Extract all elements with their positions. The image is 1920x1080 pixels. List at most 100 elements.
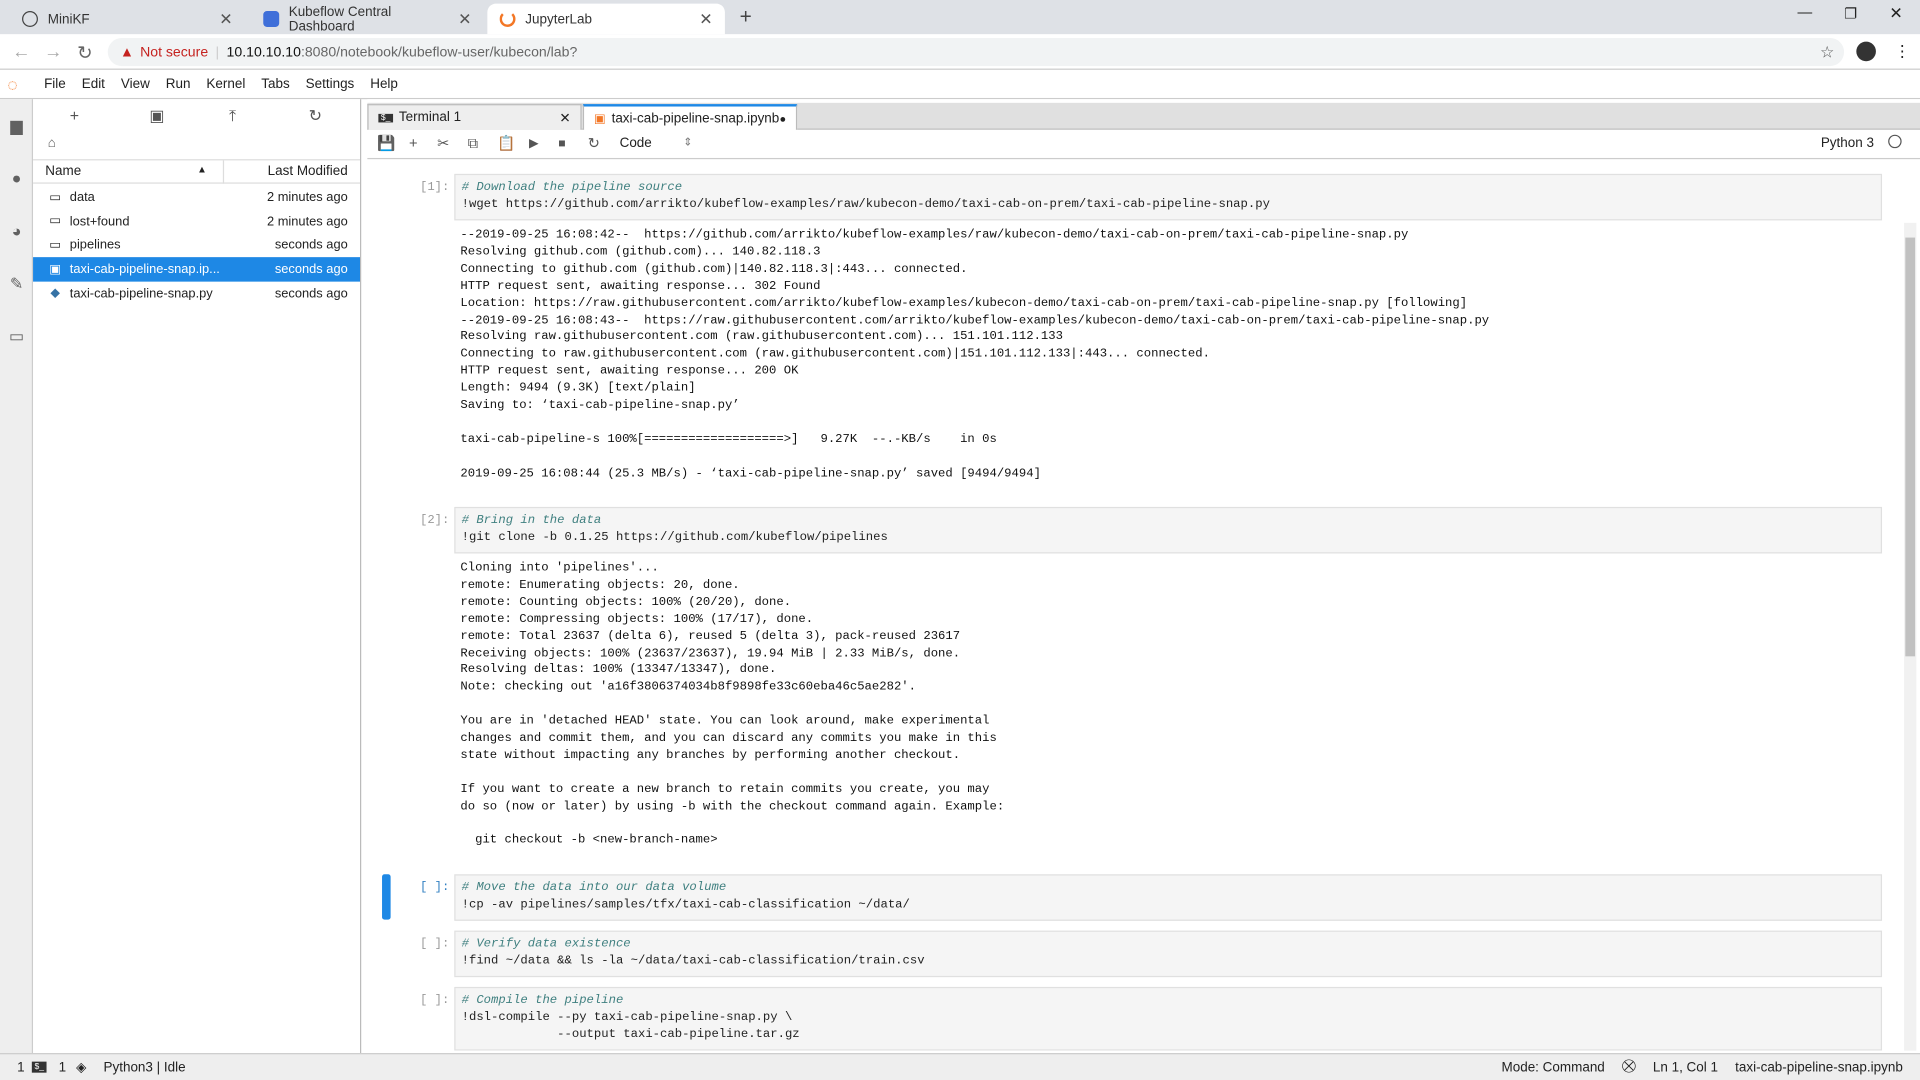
stop-icon[interactable]: ■	[558, 137, 565, 150]
tabs-icon[interactable]: ▭	[7, 327, 25, 345]
run-icon[interactable]: ▶	[529, 137, 538, 150]
output-line: Resolving raw.githubusercontent.com (raw…	[460, 331, 1063, 345]
code-input[interactable]: # Move the data into our data volume !cp …	[454, 874, 1883, 921]
name-column-header[interactable]: Name	[45, 164, 81, 179]
close-icon[interactable]: ✕	[219, 9, 232, 29]
notebook: [1]: # Download the pipeline source !wget …	[367, 159, 1920, 1051]
window-close-button[interactable]: ✕	[1889, 4, 1902, 24]
modified-column-header[interactable]: Last Modified	[268, 164, 348, 179]
menu-settings[interactable]: Settings	[306, 77, 355, 92]
folder-icon: ▭	[49, 190, 61, 204]
menu-edit[interactable]: Edit	[82, 77, 105, 92]
paste-icon[interactable]: 📋	[497, 135, 515, 152]
code-input[interactable]: # Download the pipeline source !wget http…	[454, 173, 1883, 221]
file-item[interactable]: ▣ taxi-cab-pipeline-snap.ip... seconds ago	[33, 257, 361, 282]
code-line: --output taxi-cab-pipeline.tar.gz	[461, 1028, 800, 1043]
menu-tabs[interactable]: Tabs	[261, 77, 289, 92]
menu-help[interactable]: Help	[370, 77, 398, 92]
file-item[interactable]: ◆ taxi-cab-pipeline-snap.py seconds ago	[33, 281, 360, 305]
cell-type-select[interactable]: Code ⇕	[620, 136, 706, 151]
star-icon[interactable]: ☆	[1820, 42, 1834, 62]
folder-icon: ▭	[49, 214, 61, 228]
output-line: remote: Compressing objects: 100% (17/17…	[460, 613, 814, 627]
output-line: taxi-cab-pipeline-s 100%[===============…	[460, 433, 997, 447]
tab-label: MiniKF	[47, 11, 90, 27]
home-icon[interactable]: ⌂	[48, 136, 56, 151]
running-icon[interactable]: ●	[7, 169, 25, 187]
code-input[interactable]: # Compile the pipeline !dsl-compile --py …	[454, 986, 1883, 1051]
code-line: # Verify data existence	[461, 937, 631, 952]
input-prompt: [ ]:	[419, 994, 450, 1008]
notebook-toolbar: 💾 + ✂ ⧉ 📋 ▶ ■ ↻ Code ⇕ Python 3	[367, 129, 1920, 160]
tab-terminal[interactable]: $_ Terminal 1 ✕	[367, 104, 582, 130]
terminal-icon: $_	[31, 1061, 47, 1073]
minikf-icon	[22, 11, 38, 27]
refresh-button[interactable]: ↻	[309, 107, 322, 127]
avatar[interactable]	[1856, 41, 1876, 62]
code-line: !dsl-compile --py taxi-cab-pipeline-snap…	[461, 1011, 793, 1025]
close-icon[interactable]: ✕	[559, 110, 570, 126]
menu-file[interactable]: File	[44, 77, 66, 92]
output-line: If you want to create a new branch to re…	[460, 783, 990, 797]
output-line: Connecting to raw.githubusercontent.com …	[460, 348, 1210, 362]
file-item[interactable]: ▭ data 2 minutes ago	[33, 185, 360, 209]
code-input[interactable]: # Bring in the data !git clone -b 0.1.25 …	[454, 506, 1883, 554]
save-icon[interactable]: 💾	[377, 135, 395, 152]
browser-tab-kubeflow[interactable]: Kubeflow Central Dashboard ✕	[251, 4, 484, 35]
cursor-position[interactable]: Ln 1, Col 1	[1653, 1060, 1718, 1075]
restart-icon[interactable]: ↻	[588, 135, 600, 152]
new-launcher-button[interactable]: +	[70, 107, 79, 125]
browser-tab-jupyterlab[interactable]: JupyterLab ✕	[487, 3, 725, 35]
scrollbar-thumb[interactable]	[1905, 237, 1916, 657]
close-icon[interactable]: ✕	[699, 9, 712, 29]
url-input[interactable]: ▲ Not secure | 10.10.10.10:8080/notebook…	[107, 37, 1845, 67]
output-line: Saving to: ‘taxi-cab-pipeline-snap.py’	[460, 399, 740, 413]
jupyter-logo: ◌	[7, 74, 18, 95]
unsaved-dot-icon[interactable]: ●	[779, 113, 786, 125]
shield-x-icon: ⛒	[1621, 1059, 1636, 1074]
kernel-status[interactable]: Python3 | Idle	[103, 1060, 185, 1075]
code-line: # Bring in the data	[461, 514, 602, 528]
address-bar-row: ← → ↻ ▲ Not secure | 10.10.10.10:8080/no…	[0, 34, 1920, 70]
input-prompt: [1]:	[419, 181, 450, 195]
minimize-button[interactable]: —	[1798, 4, 1813, 21]
menu-run[interactable]: Run	[166, 77, 191, 92]
palette-icon[interactable]: ◕	[7, 222, 25, 240]
browser-tab-minikf[interactable]: MiniKF ✕	[10, 4, 245, 35]
terminals-count: 1	[17, 1059, 25, 1075]
active-cell-marker	[382, 874, 391, 920]
url-host: 10.10.10.10	[226, 44, 301, 60]
security-label[interactable]: Not secure	[140, 45, 208, 60]
forward-button[interactable]: →	[44, 42, 62, 63]
back-button[interactable]: ←	[12, 42, 30, 63]
cut-icon[interactable]: ✂	[437, 135, 449, 152]
code-input[interactable]: # Verify data existence !find ~/data && l…	[454, 930, 1883, 978]
new-folder-button[interactable]: ▣	[149, 107, 164, 127]
tab-notebook[interactable]: ▣ taxi-cab-pipeline-snap.ipynb ●	[582, 104, 798, 132]
wrench-icon[interactable]: ✎	[7, 274, 25, 292]
output-line: git checkout -b <new-branch-name>	[460, 834, 718, 848]
file-name: pipelines	[69, 238, 121, 253]
cell-type-value: Code	[619, 135, 652, 151]
browser-menu-icon[interactable]: ⋮	[1894, 42, 1910, 62]
output-line: remote: Total 23637 (delta 6), reused 5 …	[460, 630, 961, 644]
code-line: !cp -av pipelines/samples/tfx/taxi-cab-c…	[461, 898, 910, 913]
close-icon[interactable]: ✕	[458, 9, 471, 29]
folder-icon[interactable]: ▆	[7, 116, 25, 134]
tab-label: JupyterLab	[525, 11, 592, 27]
upload-button[interactable]: ⤒	[229, 107, 236, 127]
new-tab-button[interactable]: +	[740, 5, 752, 29]
kernel-name[interactable]: Python 3	[1821, 136, 1874, 151]
file-item[interactable]: ▭ lost+found 2 minutes ago	[33, 209, 360, 233]
output-line: remote: Counting objects: 100% (20/20), …	[460, 596, 792, 610]
reload-button[interactable]: ↻	[77, 42, 92, 64]
output-line: HTTP request sent, awaiting response... …	[460, 280, 821, 294]
insert-cell-icon[interactable]: +	[409, 135, 418, 152]
warning-icon: ▲	[120, 44, 134, 60]
restore-button[interactable]: ❐	[1844, 5, 1857, 22]
file-item[interactable]: ▭ pipelines seconds ago	[33, 233, 360, 257]
menu-view[interactable]: View	[121, 77, 150, 92]
copy-icon[interactable]: ⧉	[468, 135, 479, 153]
scrollbar[interactable]	[1904, 222, 1917, 1051]
menu-kernel[interactable]: Kernel	[206, 77, 245, 92]
